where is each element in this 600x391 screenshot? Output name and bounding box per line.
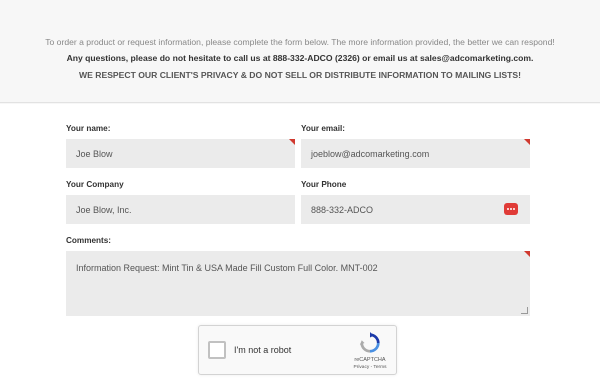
privacy-notice: WE RESPECT OUR CLIENT'S PRIVACY & DO NOT… [79, 70, 521, 80]
phone-field-value: 888-332-ADCO [311, 204, 374, 215]
company-label: Your Company [66, 180, 124, 189]
email-label: Your email: [301, 124, 345, 133]
recaptcha-brand: reCAPTCHA [354, 357, 386, 363]
comments-textarea[interactable]: Information Request: Mint Tin & USA Made… [66, 251, 530, 316]
required-marker-icon [524, 139, 530, 145]
name-field-value: Joe Blow [76, 148, 113, 159]
recaptcha-widget: I'm not a robot reCAPTCHA Privacy - Term… [198, 325, 397, 375]
resize-handle-icon[interactable] [521, 307, 528, 314]
comments-label: Comments: [66, 236, 112, 245]
recaptcha-checkbox[interactable] [208, 341, 226, 359]
recaptcha-label: I'm not a robot [234, 345, 292, 355]
email-field[interactable]: joeblow@adcomarketing.com [301, 139, 530, 168]
email-field-value: joeblow@adcomarketing.com [311, 148, 430, 159]
contact-text: Any questions, please do not hesitate to… [66, 53, 534, 63]
intro-section: To order a product or request informatio… [0, 0, 600, 103]
intro-text: To order a product or request informatio… [45, 37, 555, 47]
required-marker-icon [289, 139, 295, 145]
required-marker-icon [524, 251, 530, 257]
company-field-value: Joe Blow, Inc. [76, 204, 132, 215]
name-label: Your name: [66, 124, 111, 133]
phone-field[interactable]: 888-332-ADCO [301, 195, 530, 224]
company-field[interactable]: Joe Blow, Inc. [66, 195, 295, 224]
phone-label: Your Phone [301, 180, 347, 189]
recaptcha-logo-icon [359, 332, 380, 353]
recaptcha-terms-link[interactable]: Privacy - Terms [345, 365, 395, 370]
name-field[interactable]: Joe Blow [66, 139, 295, 168]
comments-value: Information Request: Mint Tin & USA Made… [76, 263, 378, 273]
password-manager-icon[interactable] [504, 203, 518, 215]
